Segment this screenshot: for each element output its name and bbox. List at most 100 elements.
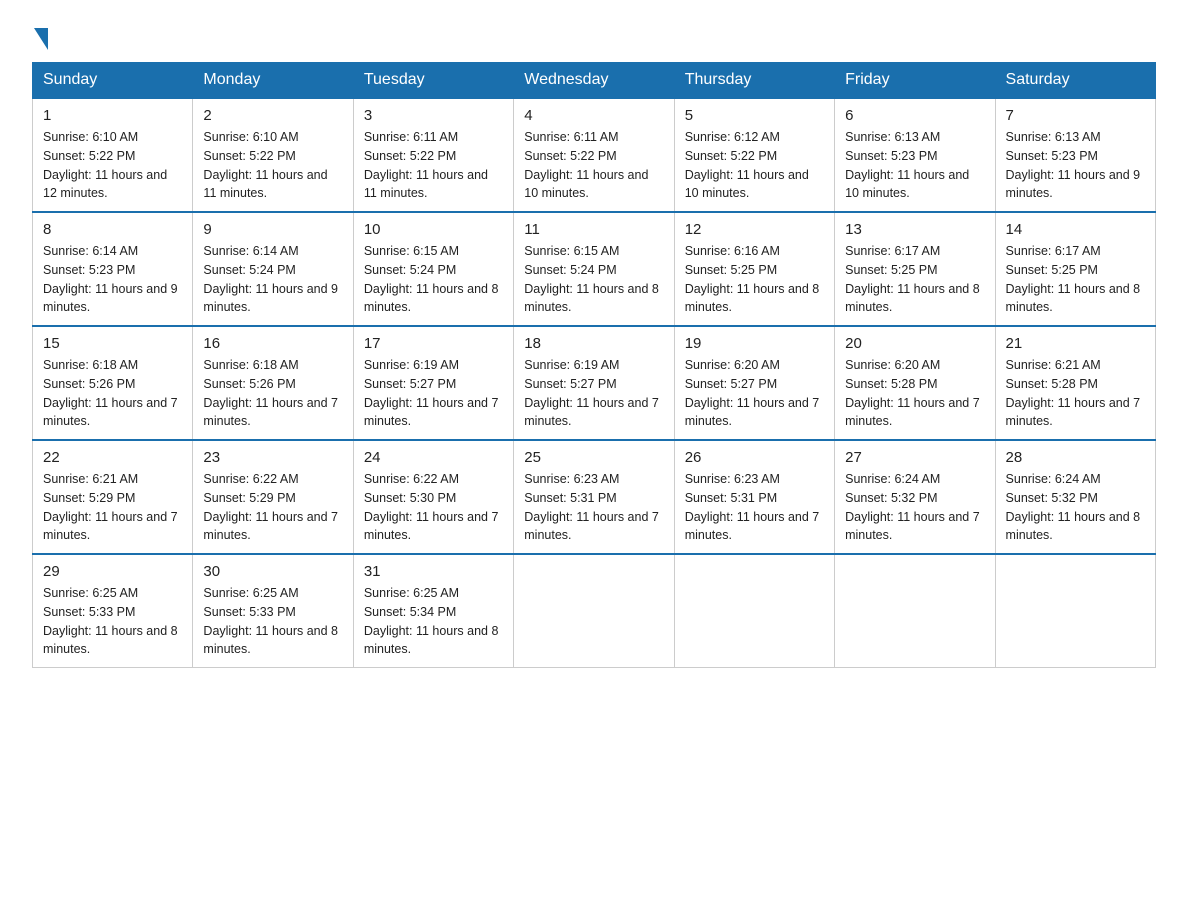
calendar-cell: 4 Sunrise: 6:11 AMSunset: 5:22 PMDayligh… (514, 98, 674, 212)
page-header (32, 24, 1156, 46)
calendar-cell: 15 Sunrise: 6:18 AMSunset: 5:26 PMDaylig… (33, 326, 193, 440)
day-number: 29 (43, 563, 182, 580)
day-info: Sunrise: 6:11 AMSunset: 5:22 PMDaylight:… (524, 128, 663, 203)
calendar-cell: 11 Sunrise: 6:15 AMSunset: 5:24 PMDaylig… (514, 212, 674, 326)
day-info: Sunrise: 6:23 AMSunset: 5:31 PMDaylight:… (524, 470, 663, 545)
calendar-cell: 12 Sunrise: 6:16 AMSunset: 5:25 PMDaylig… (674, 212, 834, 326)
calendar-week-row: 1 Sunrise: 6:10 AMSunset: 5:22 PMDayligh… (33, 98, 1156, 212)
header-tuesday: Tuesday (353, 63, 513, 99)
calendar-cell: 21 Sunrise: 6:21 AMSunset: 5:28 PMDaylig… (995, 326, 1155, 440)
day-info: Sunrise: 6:23 AMSunset: 5:31 PMDaylight:… (685, 470, 824, 545)
day-info: Sunrise: 6:21 AMSunset: 5:28 PMDaylight:… (1006, 356, 1145, 431)
day-info: Sunrise: 6:18 AMSunset: 5:26 PMDaylight:… (203, 356, 342, 431)
day-number: 7 (1006, 107, 1145, 124)
day-number: 4 (524, 107, 663, 124)
day-number: 24 (364, 449, 503, 466)
day-number: 1 (43, 107, 182, 124)
day-info: Sunrise: 6:13 AMSunset: 5:23 PMDaylight:… (845, 128, 984, 203)
calendar-cell: 14 Sunrise: 6:17 AMSunset: 5:25 PMDaylig… (995, 212, 1155, 326)
header-monday: Monday (193, 63, 353, 99)
day-number: 21 (1006, 335, 1145, 352)
calendar-cell (835, 554, 995, 668)
calendar-cell: 10 Sunrise: 6:15 AMSunset: 5:24 PMDaylig… (353, 212, 513, 326)
calendar-cell: 19 Sunrise: 6:20 AMSunset: 5:27 PMDaylig… (674, 326, 834, 440)
day-info: Sunrise: 6:10 AMSunset: 5:22 PMDaylight:… (203, 128, 342, 203)
calendar-cell: 29 Sunrise: 6:25 AMSunset: 5:33 PMDaylig… (33, 554, 193, 668)
calendar-cell: 20 Sunrise: 6:20 AMSunset: 5:28 PMDaylig… (835, 326, 995, 440)
calendar-cell: 30 Sunrise: 6:25 AMSunset: 5:33 PMDaylig… (193, 554, 353, 668)
day-info: Sunrise: 6:14 AMSunset: 5:24 PMDaylight:… (203, 242, 342, 317)
day-number: 27 (845, 449, 984, 466)
day-number: 8 (43, 221, 182, 238)
calendar-cell: 13 Sunrise: 6:17 AMSunset: 5:25 PMDaylig… (835, 212, 995, 326)
calendar-header-row: SundayMondayTuesdayWednesdayThursdayFrid… (33, 63, 1156, 99)
day-info: Sunrise: 6:15 AMSunset: 5:24 PMDaylight:… (524, 242, 663, 317)
day-number: 25 (524, 449, 663, 466)
day-number: 11 (524, 221, 663, 238)
calendar-cell: 17 Sunrise: 6:19 AMSunset: 5:27 PMDaylig… (353, 326, 513, 440)
logo (32, 24, 48, 46)
day-number: 10 (364, 221, 503, 238)
day-info: Sunrise: 6:25 AMSunset: 5:34 PMDaylight:… (364, 584, 503, 659)
day-info: Sunrise: 6:18 AMSunset: 5:26 PMDaylight:… (43, 356, 182, 431)
header-thursday: Thursday (674, 63, 834, 99)
calendar-cell: 28 Sunrise: 6:24 AMSunset: 5:32 PMDaylig… (995, 440, 1155, 554)
calendar-cell: 18 Sunrise: 6:19 AMSunset: 5:27 PMDaylig… (514, 326, 674, 440)
calendar-cell: 8 Sunrise: 6:14 AMSunset: 5:23 PMDayligh… (33, 212, 193, 326)
day-number: 2 (203, 107, 342, 124)
calendar-cell: 27 Sunrise: 6:24 AMSunset: 5:32 PMDaylig… (835, 440, 995, 554)
header-friday: Friday (835, 63, 995, 99)
day-info: Sunrise: 6:22 AMSunset: 5:29 PMDaylight:… (203, 470, 342, 545)
calendar-cell: 25 Sunrise: 6:23 AMSunset: 5:31 PMDaylig… (514, 440, 674, 554)
day-info: Sunrise: 6:17 AMSunset: 5:25 PMDaylight:… (845, 242, 984, 317)
calendar-cell: 31 Sunrise: 6:25 AMSunset: 5:34 PMDaylig… (353, 554, 513, 668)
day-info: Sunrise: 6:11 AMSunset: 5:22 PMDaylight:… (364, 128, 503, 203)
day-number: 22 (43, 449, 182, 466)
day-info: Sunrise: 6:25 AMSunset: 5:33 PMDaylight:… (203, 584, 342, 659)
calendar-cell: 1 Sunrise: 6:10 AMSunset: 5:22 PMDayligh… (33, 98, 193, 212)
day-info: Sunrise: 6:14 AMSunset: 5:23 PMDaylight:… (43, 242, 182, 317)
day-number: 23 (203, 449, 342, 466)
logo-arrow-icon (34, 28, 48, 50)
header-wednesday: Wednesday (514, 63, 674, 99)
calendar-table: SundayMondayTuesdayWednesdayThursdayFrid… (32, 62, 1156, 668)
day-number: 26 (685, 449, 824, 466)
day-number: 15 (43, 335, 182, 352)
calendar-cell: 3 Sunrise: 6:11 AMSunset: 5:22 PMDayligh… (353, 98, 513, 212)
day-info: Sunrise: 6:12 AMSunset: 5:22 PMDaylight:… (685, 128, 824, 203)
day-info: Sunrise: 6:20 AMSunset: 5:27 PMDaylight:… (685, 356, 824, 431)
calendar-cell (674, 554, 834, 668)
day-number: 9 (203, 221, 342, 238)
day-info: Sunrise: 6:19 AMSunset: 5:27 PMDaylight:… (364, 356, 503, 431)
day-number: 13 (845, 221, 984, 238)
calendar-cell: 16 Sunrise: 6:18 AMSunset: 5:26 PMDaylig… (193, 326, 353, 440)
calendar-cell: 22 Sunrise: 6:21 AMSunset: 5:29 PMDaylig… (33, 440, 193, 554)
day-number: 16 (203, 335, 342, 352)
day-number: 17 (364, 335, 503, 352)
calendar-week-row: 15 Sunrise: 6:18 AMSunset: 5:26 PMDaylig… (33, 326, 1156, 440)
calendar-cell: 7 Sunrise: 6:13 AMSunset: 5:23 PMDayligh… (995, 98, 1155, 212)
day-number: 5 (685, 107, 824, 124)
calendar-cell: 6 Sunrise: 6:13 AMSunset: 5:23 PMDayligh… (835, 98, 995, 212)
day-number: 28 (1006, 449, 1145, 466)
calendar-cell: 2 Sunrise: 6:10 AMSunset: 5:22 PMDayligh… (193, 98, 353, 212)
day-number: 19 (685, 335, 824, 352)
day-number: 12 (685, 221, 824, 238)
header-saturday: Saturday (995, 63, 1155, 99)
calendar-cell: 9 Sunrise: 6:14 AMSunset: 5:24 PMDayligh… (193, 212, 353, 326)
calendar-cell: 26 Sunrise: 6:23 AMSunset: 5:31 PMDaylig… (674, 440, 834, 554)
day-number: 3 (364, 107, 503, 124)
day-number: 20 (845, 335, 984, 352)
calendar-week-row: 29 Sunrise: 6:25 AMSunset: 5:33 PMDaylig… (33, 554, 1156, 668)
calendar-cell (514, 554, 674, 668)
header-sunday: Sunday (33, 63, 193, 99)
calendar-cell: 23 Sunrise: 6:22 AMSunset: 5:29 PMDaylig… (193, 440, 353, 554)
day-info: Sunrise: 6:16 AMSunset: 5:25 PMDaylight:… (685, 242, 824, 317)
calendar-cell: 5 Sunrise: 6:12 AMSunset: 5:22 PMDayligh… (674, 98, 834, 212)
day-info: Sunrise: 6:22 AMSunset: 5:30 PMDaylight:… (364, 470, 503, 545)
calendar-cell: 24 Sunrise: 6:22 AMSunset: 5:30 PMDaylig… (353, 440, 513, 554)
calendar-week-row: 8 Sunrise: 6:14 AMSunset: 5:23 PMDayligh… (33, 212, 1156, 326)
day-info: Sunrise: 6:24 AMSunset: 5:32 PMDaylight:… (845, 470, 984, 545)
day-info: Sunrise: 6:25 AMSunset: 5:33 PMDaylight:… (43, 584, 182, 659)
day-info: Sunrise: 6:19 AMSunset: 5:27 PMDaylight:… (524, 356, 663, 431)
